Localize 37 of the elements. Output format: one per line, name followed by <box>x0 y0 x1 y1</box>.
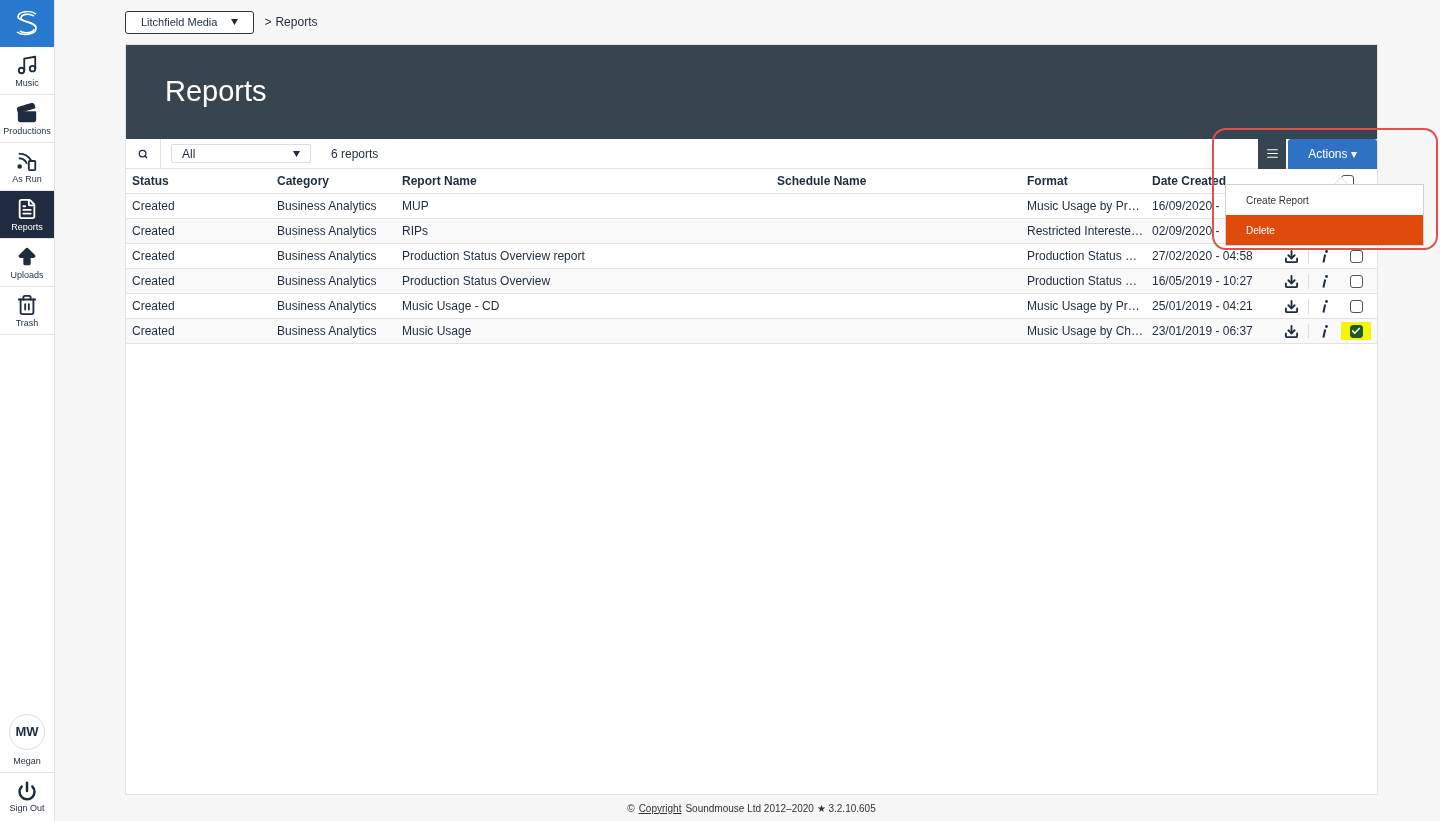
table-cell: Business Analytics <box>277 224 377 238</box>
table-cell: Business Analytics <box>277 199 377 213</box>
table-cell: MUP <box>402 199 429 213</box>
table-cell: 02/09/2020 - <box>1152 224 1220 238</box>
table-cell: Music Usage - CD <box>402 299 500 313</box>
table-cell: Created <box>132 199 175 213</box>
table-cell: Business Analytics <box>277 299 377 313</box>
table-cell: Business Analytics <box>277 274 377 288</box>
report-count: 6 reports <box>331 145 379 163</box>
breadcrumb-separator: > <box>264 14 272 31</box>
user-name: Megan <box>13 754 41 768</box>
table-cell: Production Status … <box>1027 274 1138 288</box>
footer-text: Soundmouse Ltd 2012–2020 ★ 3.2.10.605 <box>685 801 876 816</box>
table-cell: Created <box>132 224 175 238</box>
table-cell: RIPs <box>402 224 428 238</box>
table-cell: Created <box>132 249 175 263</box>
breadcrumb-current: Reports <box>275 14 318 31</box>
table-cell: Created <box>132 324 175 338</box>
table-cell: Created <box>132 274 175 288</box>
table-cell: 23/01/2019 - 06:37 <box>1152 324 1253 338</box>
table-cell: Business Analytics <box>277 249 377 263</box>
copyright-symbol: © <box>627 801 635 816</box>
table-cell: Production Status Overview <box>402 274 551 288</box>
table-cell: Restricted Intereste… <box>1027 224 1144 238</box>
table-cell: Music Usage by Pr… <box>1027 199 1140 213</box>
table-cell: Music Usage by Pr… <box>1027 299 1140 313</box>
table-cell: 16/05/2019 - 10:27 <box>1152 274 1253 288</box>
table-cell: Production Status … <box>1027 249 1138 263</box>
table-cell: Created <box>132 299 175 313</box>
table-cell: 16/09/2020 - <box>1152 199 1220 213</box>
table-cell: 27/02/2020 - 04:58 <box>1152 249 1253 263</box>
page-title: Reports <box>165 74 267 110</box>
table-cell: Music Usage by Ch… <box>1027 324 1144 338</box>
table-cell: Production Status Overview report <box>402 249 585 263</box>
table-cell: Business Analytics <box>277 324 377 338</box>
table-cell: 25/01/2019 - 04:21 <box>1152 299 1253 313</box>
table-cell: Music Usage <box>402 324 472 338</box>
